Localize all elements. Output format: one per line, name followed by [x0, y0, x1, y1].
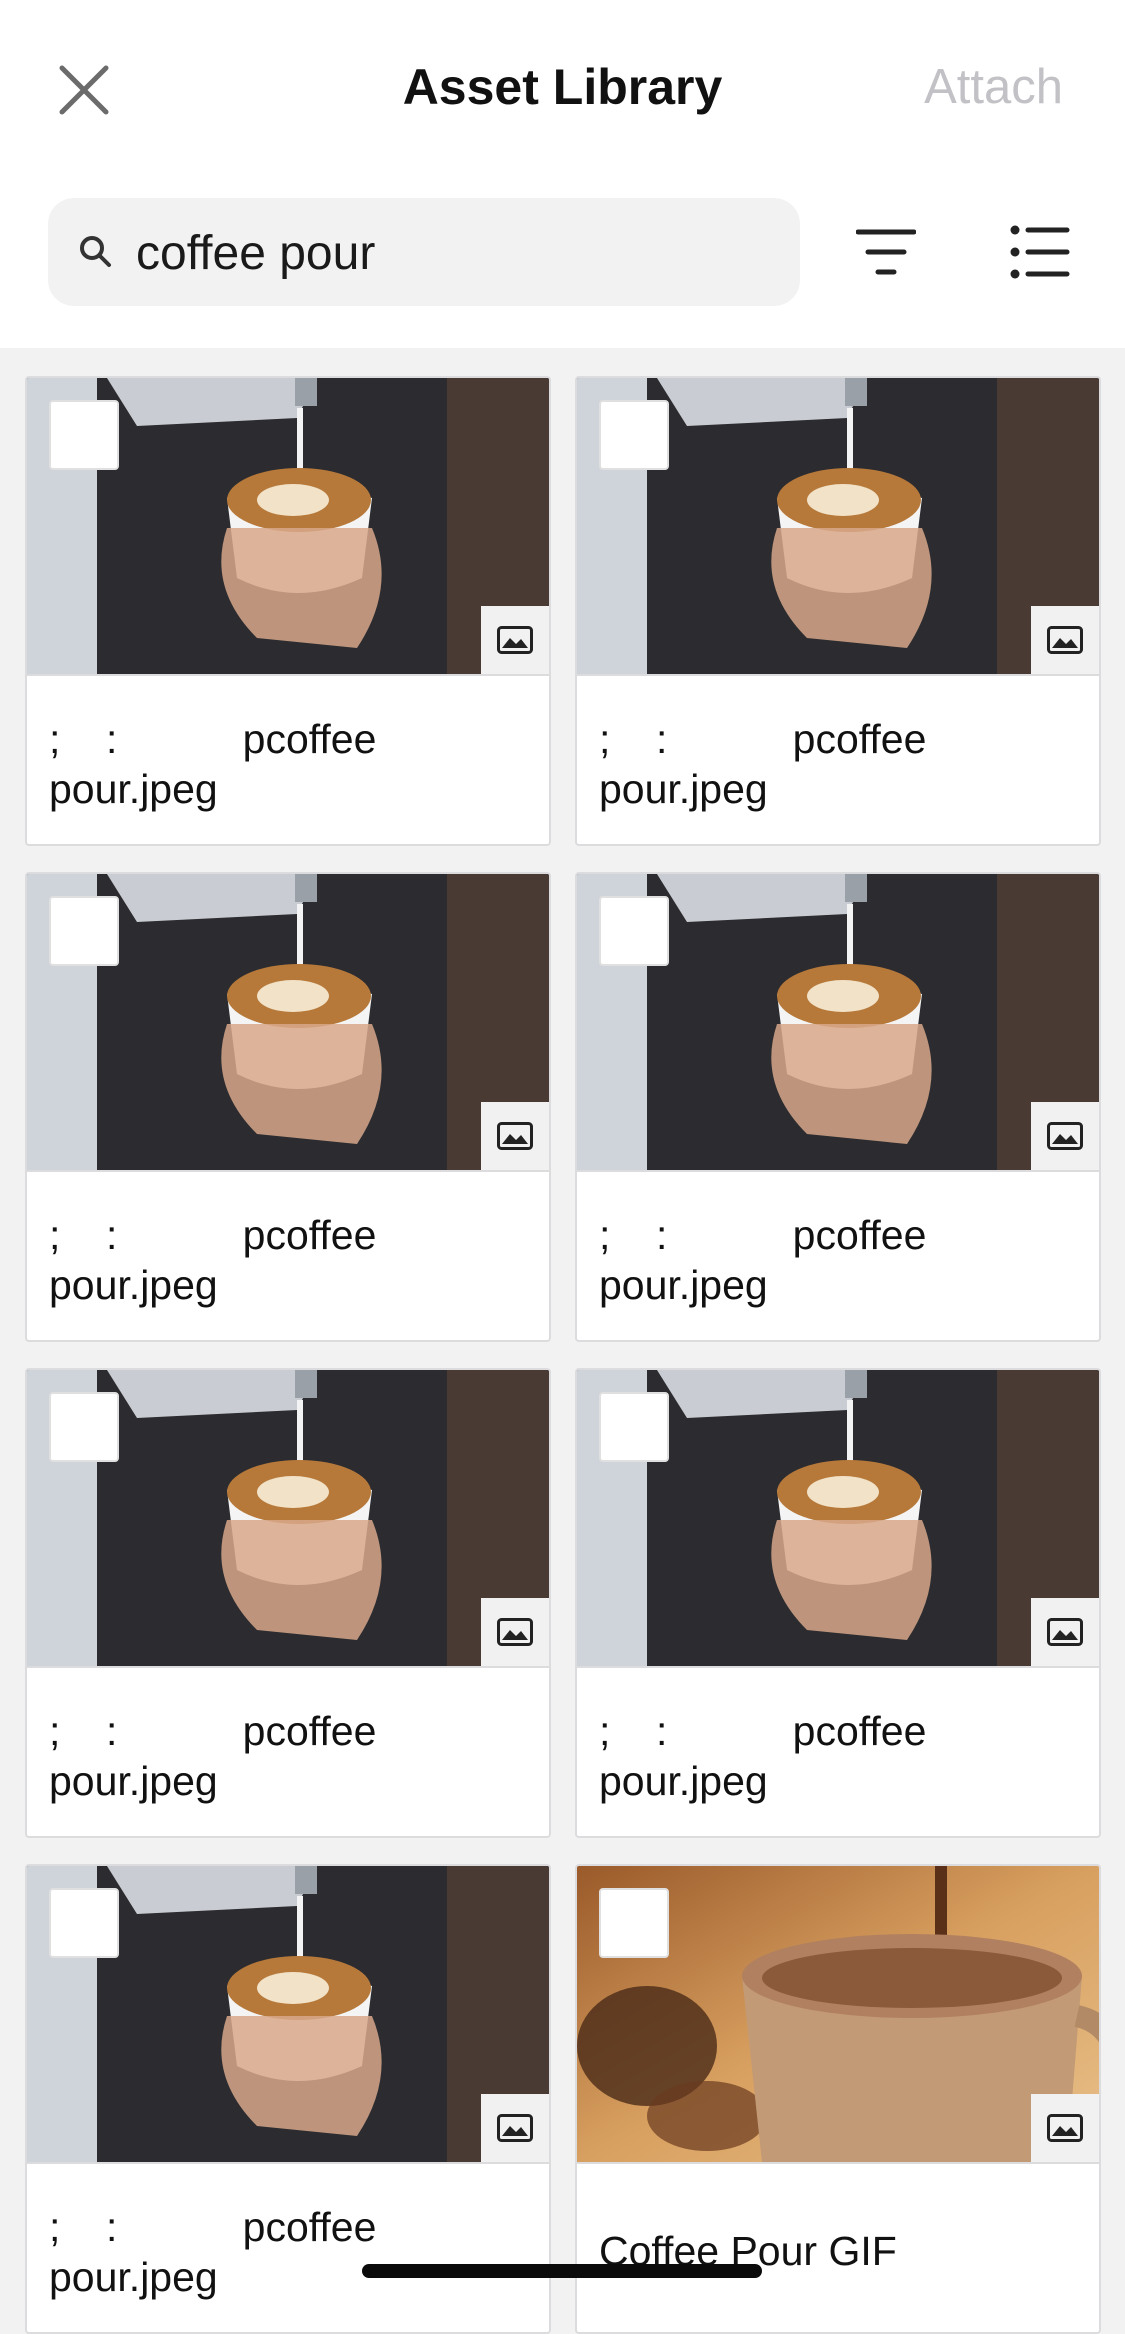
divider — [27, 1170, 549, 1172]
asset-filename: ; : pcoffee pour.jpeg — [49, 1708, 377, 1804]
select-checkbox[interactable] — [49, 896, 119, 966]
asset-card[interactable]: ; : pcoffee pour.jpeg — [25, 872, 551, 1342]
attach-button[interactable]: Attach — [924, 52, 1063, 122]
asset-card[interactable]: ; : pcoffee pour.jpeg — [25, 1368, 551, 1838]
image-icon — [497, 626, 533, 654]
select-checkbox[interactable] — [49, 1888, 119, 1958]
list-view-icon — [1010, 225, 1070, 279]
image-type-badge — [481, 606, 549, 674]
image-type-badge — [1031, 2094, 1099, 2162]
search-input[interactable] — [134, 212, 778, 294]
home-indicator — [362, 2264, 762, 2278]
image-icon — [1047, 1618, 1083, 1646]
image-type-badge — [481, 1102, 549, 1170]
asset-card[interactable]: ; : pcoffee pour.jpeg — [575, 376, 1101, 846]
divider — [27, 2162, 549, 2164]
asset-filename: ; : pcoffee pour.jpeg — [49, 716, 377, 812]
filter-button[interactable] — [855, 226, 917, 278]
asset-card[interactable]: ; : pcoffee pour.jpeg — [25, 376, 551, 846]
select-checkbox[interactable] — [599, 400, 669, 470]
asset-grid: ; : pcoffee pour.jpeg ;: pcoffee pour.j… — [25, 376, 1101, 2334]
image-type-badge — [481, 1598, 549, 1666]
image-icon — [497, 2114, 533, 2142]
asset-filename: ; : pcoffee pour.jpeg — [599, 1212, 927, 1308]
asset-card[interactable]: ; : pcoffee pour.jpeg — [575, 1368, 1101, 1838]
asset-filename: ; : pcoffee pour.jpeg — [49, 1212, 377, 1308]
asset-card[interactable]: ; : pcoffee pour.jpeg — [575, 872, 1101, 1342]
select-checkbox[interactable] — [599, 1392, 669, 1462]
image-icon — [1047, 2114, 1083, 2142]
asset-filename: ; : pcoffee pour.jpeg — [49, 2204, 377, 2300]
select-checkbox[interactable] — [49, 400, 119, 470]
asset-filename: ; : pcoffee pour.jpeg — [599, 716, 927, 812]
divider — [27, 674, 549, 676]
filter-icon — [855, 229, 917, 275]
divider — [577, 1666, 1099, 1668]
image-icon — [497, 1122, 533, 1150]
search-icon — [80, 236, 111, 267]
divider — [577, 1170, 1099, 1172]
image-icon — [1047, 626, 1083, 654]
image-type-badge — [1031, 1102, 1099, 1170]
select-checkbox[interactable] — [49, 1392, 119, 1462]
image-type-badge — [481, 2094, 549, 2162]
image-icon — [497, 1618, 533, 1646]
search-bar[interactable] — [48, 198, 800, 306]
image-icon — [1047, 1122, 1083, 1150]
asset-filename: ; : pcoffee pour.jpeg — [599, 1708, 927, 1804]
list-view-button[interactable] — [1010, 224, 1070, 280]
top-bar: Asset Library Attach — [0, 0, 1125, 348]
divider — [577, 2162, 1099, 2164]
divider — [577, 674, 1099, 676]
select-checkbox[interactable] — [599, 896, 669, 966]
select-checkbox[interactable] — [599, 1888, 669, 1958]
image-type-badge — [1031, 1598, 1099, 1666]
divider — [27, 1666, 549, 1668]
image-type-badge — [1031, 606, 1099, 674]
